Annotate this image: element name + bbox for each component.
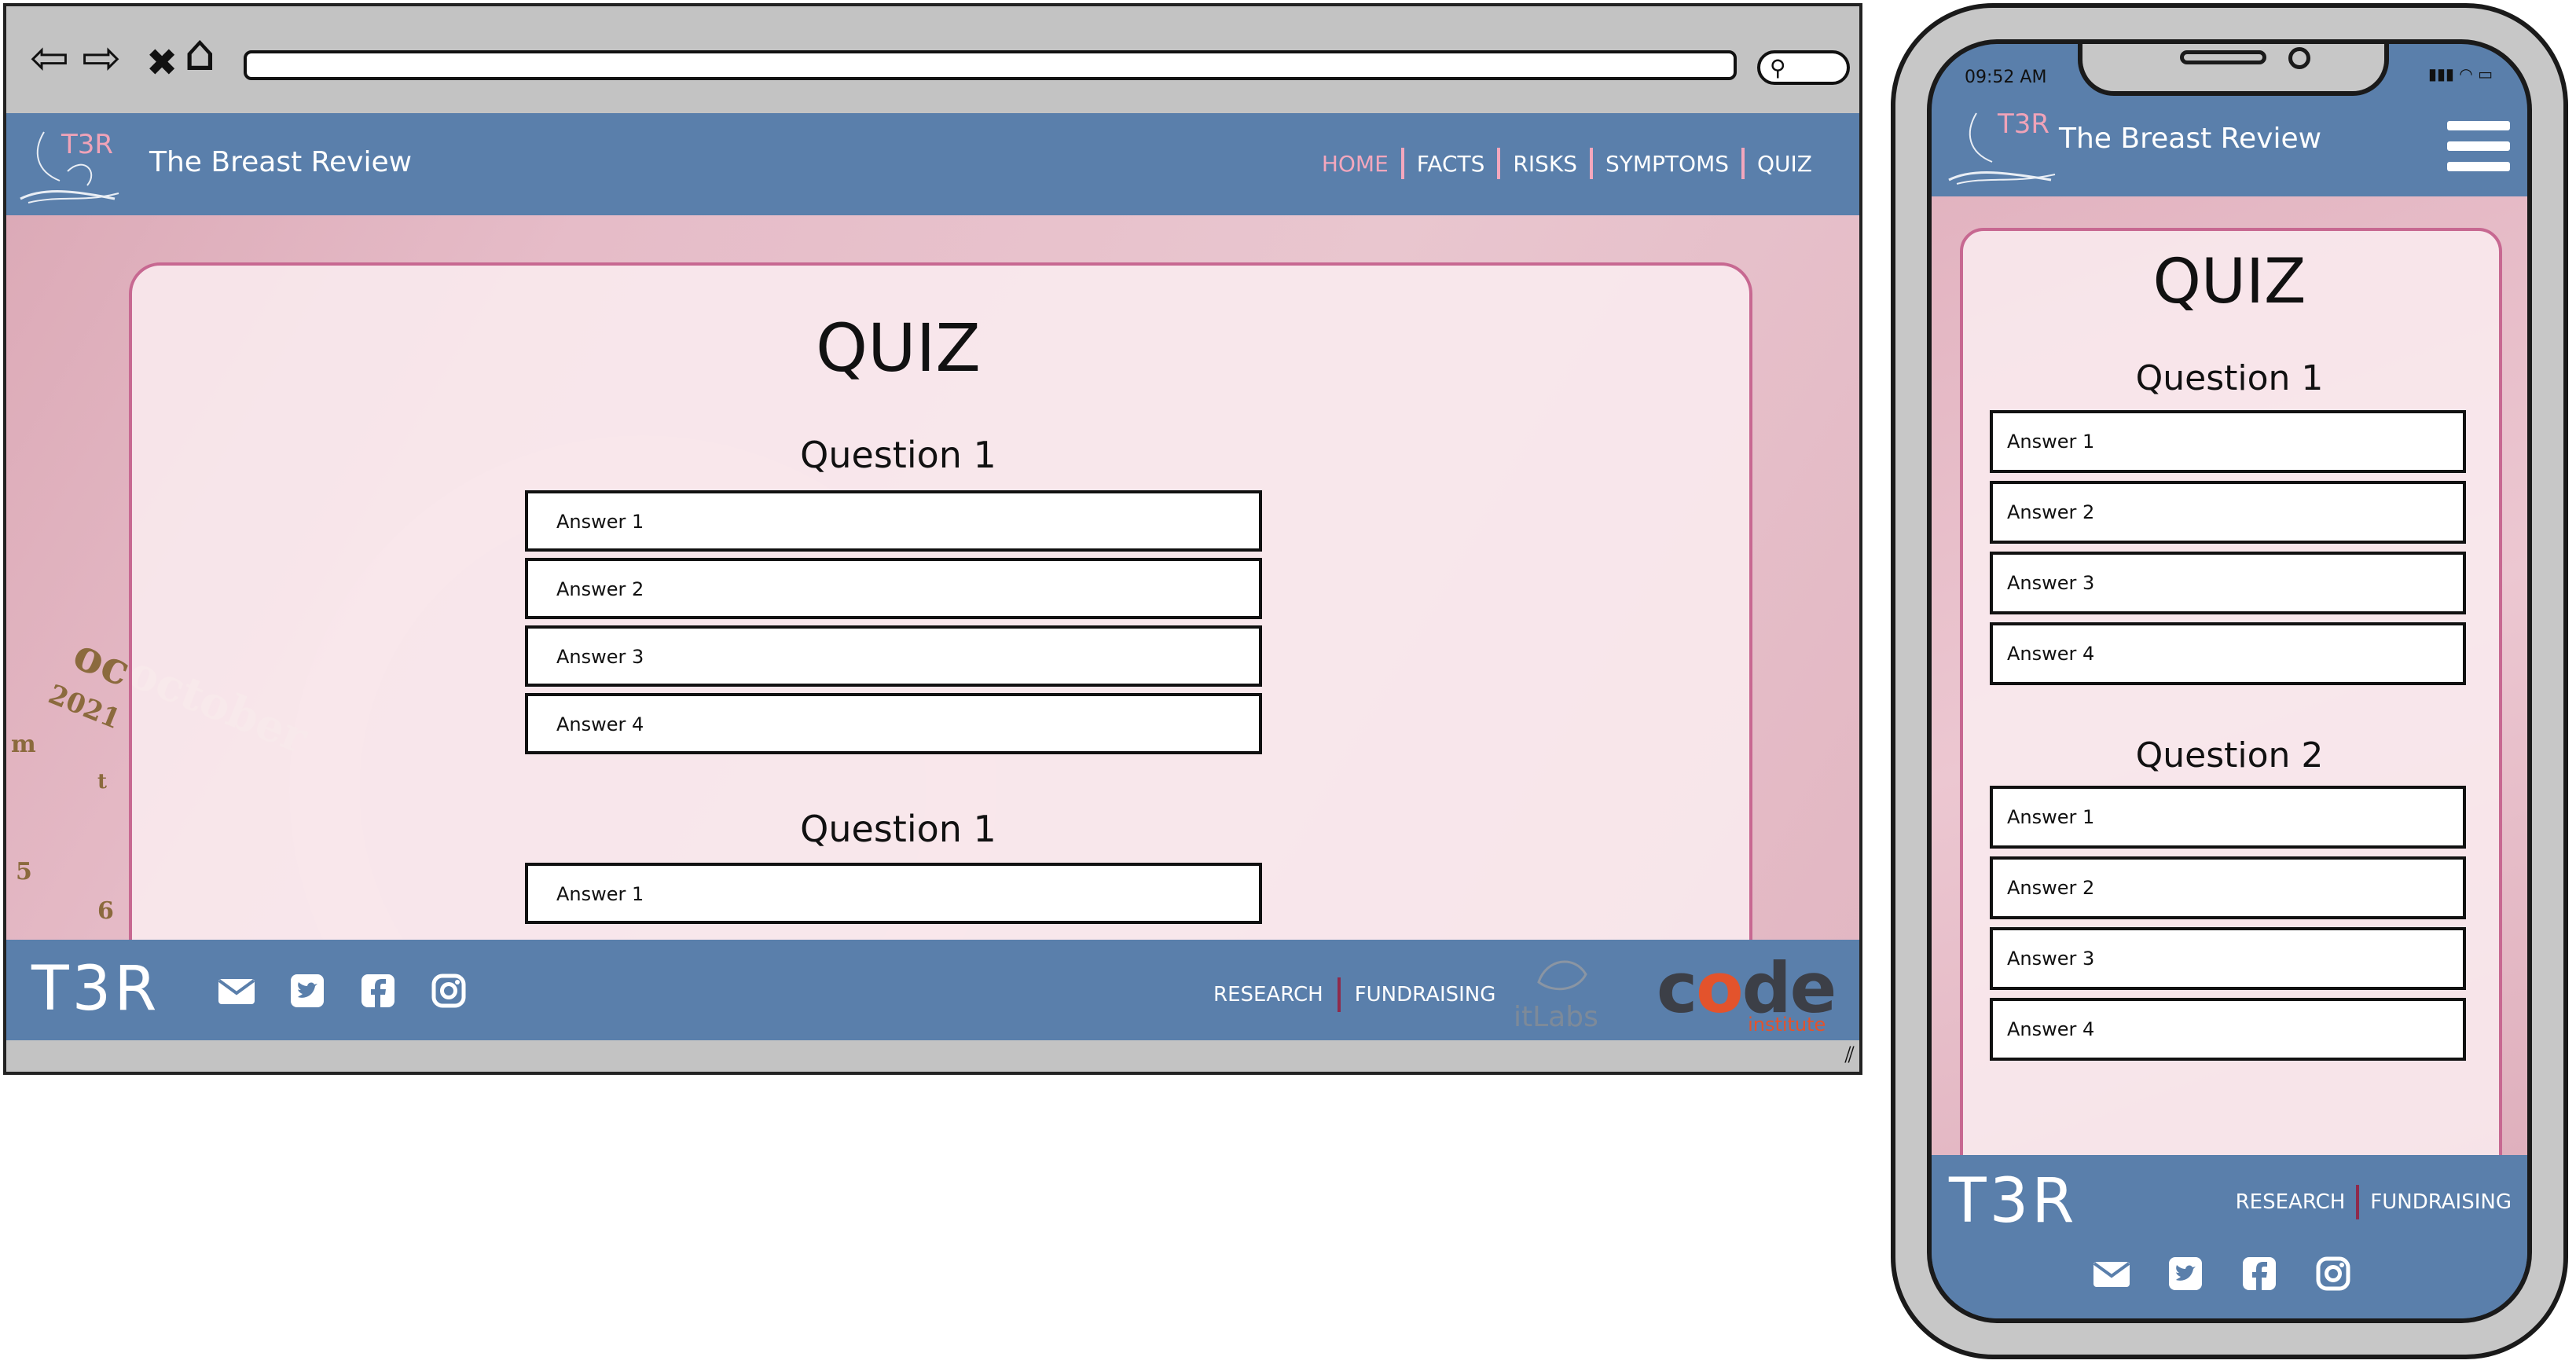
calendar-date: 5	[16, 858, 32, 886]
mobile-answer-option[interactable]: Answer 1	[1990, 410, 2466, 473]
mobile-question-title: Question 1	[2135, 358, 2324, 398]
question-title: Question 1	[800, 808, 996, 850]
address-bar[interactable]	[244, 50, 1737, 80]
site-header: T3R The Breast Review HOME FACTS RISKS S…	[6, 113, 1859, 215]
mobile-answer-option[interactable]: Answer 3	[1990, 552, 2466, 614]
social-links	[217, 971, 468, 1010]
code-institute-logo[interactable]: code institute	[1657, 948, 1837, 1036]
mobile-answer-option[interactable]: Answer 3	[1990, 927, 2466, 990]
facebook-icon[interactable]	[358, 971, 398, 1010]
mobile-site-footer: T3R RESEARCH FUNDRAISING	[1932, 1155, 2527, 1318]
calendar-day-label: t	[97, 770, 108, 794]
mobile-site-title[interactable]: The Breast Review	[2059, 123, 2321, 155]
close-icon[interactable]: ✖	[146, 39, 178, 86]
browser-search-button[interactable]: ⚲	[1757, 50, 1850, 85]
mobile-screen: 09:52 AM ▮▮▮ ◠ ▭ T3R The Breast Review Q…	[1927, 39, 2532, 1323]
footer-links: RESEARCH FUNDRAISING	[1199, 977, 1510, 1012]
envelope-icon[interactable]	[2092, 1254, 2131, 1293]
instagram-icon[interactable]	[2314, 1254, 2353, 1293]
answer-option[interactable]: Answer 1	[525, 863, 1262, 924]
status-signal-wifi-battery-icon: ▮▮▮ ◠ ▭	[2427, 64, 2493, 83]
mobile-answer-option[interactable]: Answer 4	[1990, 998, 2466, 1061]
desktop-viewport: T3R The Breast Review HOME FACTS RISKS S…	[6, 113, 1859, 1040]
answer-option[interactable]: Answer 2	[525, 558, 1262, 619]
mobile-answer-option[interactable]: Answer 1	[1990, 786, 2466, 849]
status-time: 09:52 AM	[1965, 68, 2047, 87]
mobile-device-frame: 09:52 AM ▮▮▮ ◠ ▭ T3R The Breast Review Q…	[1891, 3, 2568, 1359]
nav-quiz[interactable]: QUIZ	[1745, 151, 1825, 177]
mobile-answer-option[interactable]: Answer 2	[1990, 856, 2466, 919]
site-footer: T3R RESEARCH FUNDRAISING itLabs code ins…	[6, 940, 1859, 1040]
footer-link-research[interactable]: RESEARCH	[2225, 1190, 2357, 1214]
footer-link-fundraising[interactable]: FUNDRAISING	[1341, 983, 1510, 1006]
footer-link-research[interactable]: RESEARCH	[1199, 983, 1338, 1006]
mobile-footer-links: RESEARCH FUNDRAISING	[2225, 1185, 2523, 1219]
quiz-title: QUIZ	[816, 310, 981, 387]
speaker-icon	[2180, 50, 2266, 64]
mobile-footer-logo[interactable]: T3R	[1949, 1166, 2077, 1237]
logo-text: T3R	[61, 129, 114, 160]
mobile-social-links	[2092, 1254, 2353, 1293]
mobile-quiz-title: QUIZ	[2152, 247, 2306, 317]
code-logo-subtitle: institute	[1748, 1014, 1826, 1036]
instagram-icon[interactable]	[429, 971, 468, 1010]
mobile-question-title: Question 2	[2135, 735, 2324, 776]
question-title: Question 1	[800, 434, 996, 476]
phone-notch	[2078, 44, 2389, 96]
resize-handle-icon[interactable]: ⫽	[1845, 1042, 1855, 1069]
itlabs-partner-logo[interactable]: itLabs	[1507, 948, 1609, 1034]
back-arrow-icon[interactable]: ⇦	[30, 35, 69, 82]
bird-icon	[1537, 960, 1587, 991]
forward-arrow-icon[interactable]: ⇨	[82, 35, 121, 82]
search-icon: ⚲	[1770, 55, 1786, 81]
calendar-day-label: m	[11, 731, 36, 758]
camera-icon	[2288, 47, 2310, 69]
mobile-answer-option[interactable]: Answer 2	[1990, 481, 2466, 544]
twitter-icon[interactable]	[288, 971, 327, 1010]
answer-option[interactable]: Answer 1	[525, 490, 1262, 552]
logo-text: T3R	[1998, 108, 2050, 140]
desktop-browser-window: ⇦ ⇨ ✖ ⌂ ⚲ T3R The Breast Review HOME FAC…	[3, 3, 1862, 1075]
footer-logo[interactable]: T3R	[31, 954, 160, 1025]
nav-risks[interactable]: RISKS	[1500, 151, 1590, 177]
facebook-icon[interactable]	[2240, 1254, 2279, 1293]
itlabs-logo-text: itLabs	[1514, 1001, 1598, 1033]
home-icon[interactable]: ⌂	[184, 28, 216, 79]
answer-option[interactable]: Answer 4	[525, 693, 1262, 754]
mobile-answer-option[interactable]: Answer 4	[1990, 622, 2466, 685]
site-logo[interactable]: T3R	[13, 124, 123, 211]
envelope-icon[interactable]	[217, 971, 256, 1010]
mobile-site-logo[interactable]: T3R	[1941, 105, 2059, 190]
footer-link-fundraising[interactable]: FUNDRAISING	[2359, 1190, 2523, 1214]
calendar-date: 6	[97, 897, 114, 925]
nav-home[interactable]: HOME	[1309, 151, 1401, 177]
nav-symptoms[interactable]: SYMPTOMS	[1593, 151, 1741, 177]
answer-option[interactable]: Answer 3	[525, 625, 1262, 687]
twitter-icon[interactable]	[2166, 1254, 2205, 1293]
nav-facts[interactable]: FACTS	[1404, 151, 1498, 177]
site-title[interactable]: The Breast Review	[149, 146, 412, 178]
top-nav: HOME FACTS RISKS SYMPTOMS QUIZ	[1309, 148, 1825, 179]
hamburger-menu-icon[interactable]	[2447, 121, 2510, 178]
mobile-site-header: T3R The Breast Review	[1932, 99, 2527, 196]
